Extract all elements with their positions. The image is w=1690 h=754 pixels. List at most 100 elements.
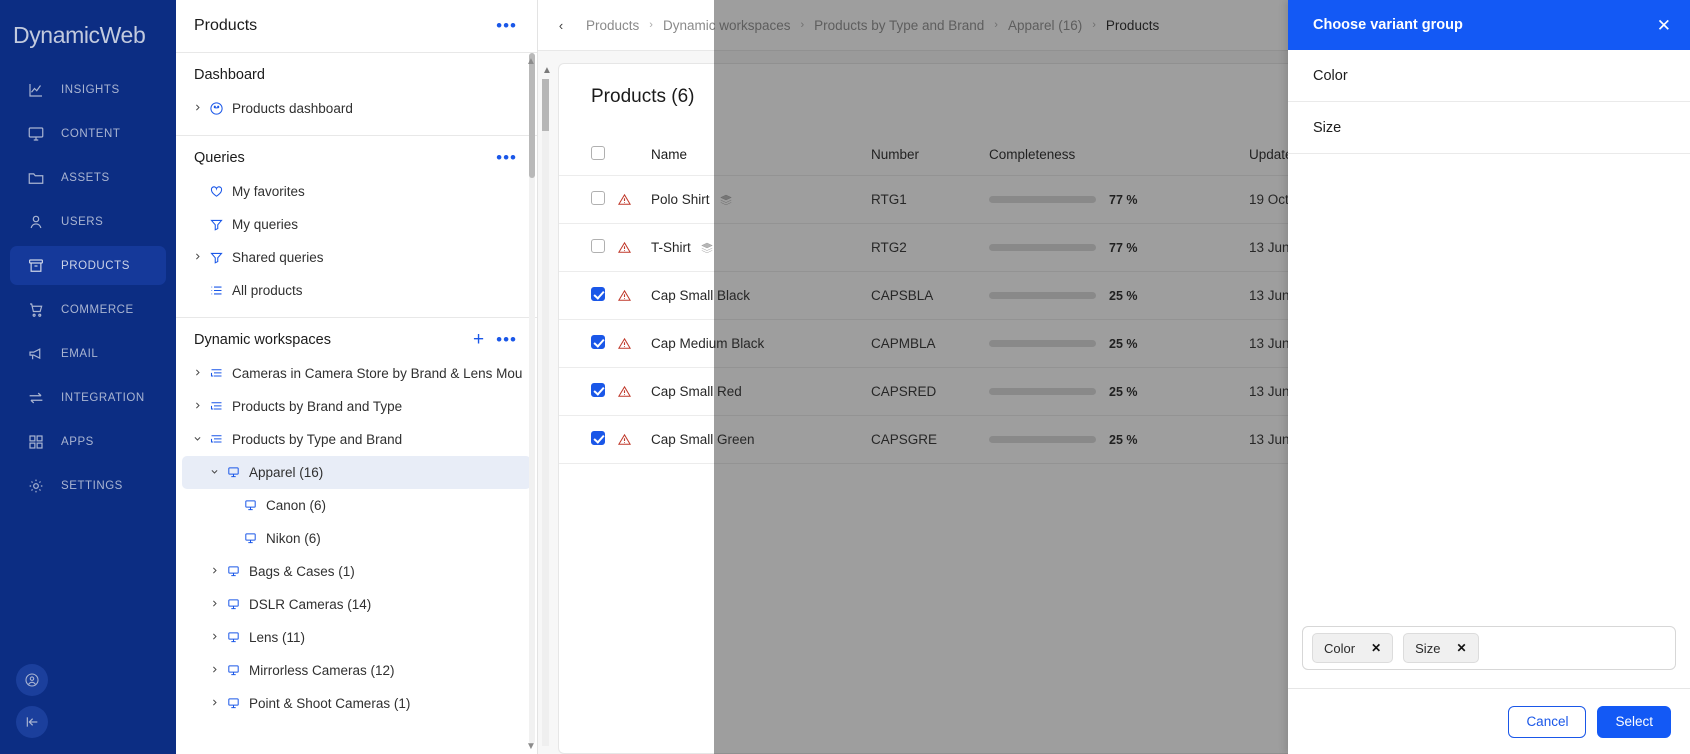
chevron-right-icon[interactable] xyxy=(205,599,223,611)
nav-item-label: SETTINGS xyxy=(61,479,123,492)
cart-icon xyxy=(26,300,45,319)
select-all-checkbox[interactable] xyxy=(591,146,605,160)
product-name[interactable]: T-Shirt xyxy=(651,240,691,255)
nav-item-label: APPS xyxy=(61,435,94,448)
breadcrumb-separator: › xyxy=(649,19,653,31)
collapse-panel-icon[interactable]: ‹ xyxy=(546,18,576,33)
chevron-right-icon[interactable] xyxy=(188,103,206,115)
warning-icon xyxy=(617,192,651,207)
collapse-left-icon[interactable] xyxy=(16,706,48,738)
chevron-right-icon[interactable] xyxy=(188,368,206,380)
workspace-icon xyxy=(206,432,226,447)
nav-item-settings[interactable]: SETTINGS xyxy=(10,466,166,505)
tree-item-shared-queries[interactable]: Shared queries xyxy=(182,241,531,274)
node-icon xyxy=(223,597,243,612)
tree-item-point-shoot-cameras-1[interactable]: Point & Shoot Cameras (1) xyxy=(182,687,531,720)
choose-variant-group-dialog: Choose variant group ✕ Color Size Color ✕ S… xyxy=(1288,0,1690,754)
tree-item-label: Bags & Cases (1) xyxy=(249,564,355,579)
section-header: Dynamic workspaces + ••• xyxy=(176,330,537,349)
chip-label: Color xyxy=(1324,640,1356,656)
tree-item-dslr-cameras-14[interactable]: DSLR Cameras (14) xyxy=(182,588,531,621)
nav-item-users[interactable]: USERS xyxy=(10,202,166,241)
main-scrollbar-thumb[interactable] xyxy=(542,79,549,131)
tree-item-products-by-type-and-brand[interactable]: Products by Type and Brand xyxy=(182,423,531,456)
selected-chips-area: Color ✕ Size ✕ xyxy=(1288,614,1690,688)
tree-item-label: Products by Brand and Type xyxy=(232,399,403,414)
tree-item-label: Products dashboard xyxy=(232,101,353,116)
row-checkbox[interactable] xyxy=(591,191,605,205)
node-icon xyxy=(223,564,243,579)
tree-item-lens-11[interactable]: Lens (11) xyxy=(182,621,531,654)
chips-input[interactable]: Color ✕ Size ✕ xyxy=(1302,626,1676,670)
scroll-down-icon[interactable]: ▼ xyxy=(525,741,537,752)
nav-item-apps[interactable]: APPS xyxy=(10,422,166,461)
row-warning-cell xyxy=(617,223,651,272)
row-checkbox[interactable] xyxy=(591,335,605,349)
app-root: DynamicWeb INSIGHTS CONTENT ASSETS USERS PRO… xyxy=(0,0,1690,754)
chevron-down-icon[interactable] xyxy=(205,467,223,479)
variant-group-option-size[interactable]: Size xyxy=(1288,102,1690,154)
main-scrollbar-track[interactable] xyxy=(542,79,549,746)
workspace-icon xyxy=(206,399,226,414)
chevron-right-icon[interactable] xyxy=(205,632,223,644)
row-checkbox[interactable] xyxy=(591,383,605,397)
arrows-exchange-icon xyxy=(26,388,45,407)
chevron-down-icon[interactable] xyxy=(188,434,206,446)
row-checkbox[interactable] xyxy=(591,287,605,301)
add-workspace-icon[interactable]: + xyxy=(473,330,484,349)
panel-more-icon[interactable]: ••• xyxy=(496,17,517,34)
node-icon xyxy=(240,531,260,546)
select-button[interactable]: Select xyxy=(1597,705,1671,738)
panel-scrollbar-thumb[interactable] xyxy=(529,53,535,178)
tree-item-apparel-16[interactable]: Apparel (16) xyxy=(182,456,531,489)
main-scrollbar[interactable]: ▲ xyxy=(538,63,558,754)
row-warning-cell xyxy=(617,271,651,320)
tree-item-mirrorless-cameras-12[interactable]: Mirrorless Cameras (12) xyxy=(182,654,531,687)
tree-item-products-dashboard[interactable]: Products dashboard xyxy=(182,92,531,125)
nav-item-insights[interactable]: INSIGHTS xyxy=(10,70,166,109)
tree-item-my-favorites[interactable]: My favorites xyxy=(182,175,531,208)
chip-remove-icon[interactable]: ✕ xyxy=(1371,641,1381,655)
tree-item-my-queries[interactable]: My queries xyxy=(182,208,531,241)
node-icon xyxy=(223,630,243,645)
scroll-up-icon[interactable]: ▲ xyxy=(542,65,552,76)
close-icon[interactable]: ✕ xyxy=(1657,17,1671,34)
nav-item-label: INTEGRATION xyxy=(61,391,145,404)
nav-item-assets[interactable]: ASSETS xyxy=(10,158,166,197)
tree-item-products-by-brand-and-type[interactable]: Products by Brand and Type xyxy=(182,390,531,423)
product-name[interactable]: Polo Shirt xyxy=(651,192,710,207)
account-button[interactable] xyxy=(16,664,48,696)
nav-item-products[interactable]: PRODUCTS xyxy=(10,246,166,285)
variant-group-option-color[interactable]: Color xyxy=(1288,50,1690,102)
section-more-icon[interactable]: ••• xyxy=(496,149,517,166)
breadcrumb-item[interactable]: Products xyxy=(586,18,639,33)
tree-item-label: Lens (11) xyxy=(249,630,306,645)
section-more-icon[interactable]: ••• xyxy=(496,331,517,348)
tree-item-label: Nikon (6) xyxy=(266,531,321,546)
tree-item-bags-cases-1[interactable]: Bags & Cases (1) xyxy=(182,555,531,588)
selected-chip-size: Size ✕ xyxy=(1403,633,1479,663)
tree-item-nikon-6[interactable]: Nikon (6) xyxy=(182,522,531,555)
nav-item-content[interactable]: CONTENT xyxy=(10,114,166,153)
tree-item-label: DSLR Cameras (14) xyxy=(249,597,372,612)
row-checkbox[interactable] xyxy=(591,239,605,253)
chevron-right-icon[interactable] xyxy=(205,665,223,677)
cancel-button[interactable]: Cancel xyxy=(1508,705,1587,738)
scroll-up-icon[interactable]: ▲ xyxy=(525,56,537,67)
chevron-right-icon[interactable] xyxy=(188,252,206,264)
chevron-right-icon[interactable] xyxy=(205,566,223,578)
nav-item-integration[interactable]: INTEGRATION xyxy=(10,378,166,417)
nav-item-email[interactable]: EMAIL xyxy=(10,334,166,373)
grid-icon xyxy=(26,432,45,451)
chevron-right-icon[interactable] xyxy=(188,401,206,413)
chevron-right-icon[interactable] xyxy=(205,698,223,710)
chip-remove-icon[interactable]: ✕ xyxy=(1456,641,1466,655)
brand-logo: DynamicWeb xyxy=(13,22,146,48)
tree-item-cameras-in-camera-store-by-brand-lens-mount[interactable]: Cameras in Camera Store by Brand & Lens … xyxy=(182,357,531,390)
tree-item-all-products[interactable]: All products xyxy=(182,274,531,307)
row-checkbox[interactable] xyxy=(591,431,605,445)
nav-item-commerce[interactable]: COMMERCE xyxy=(10,290,166,329)
tree-item-label: Canon (6) xyxy=(266,498,327,513)
tree-item-canon-6[interactable]: Canon (6) xyxy=(182,489,531,522)
th-select-all xyxy=(559,138,617,176)
